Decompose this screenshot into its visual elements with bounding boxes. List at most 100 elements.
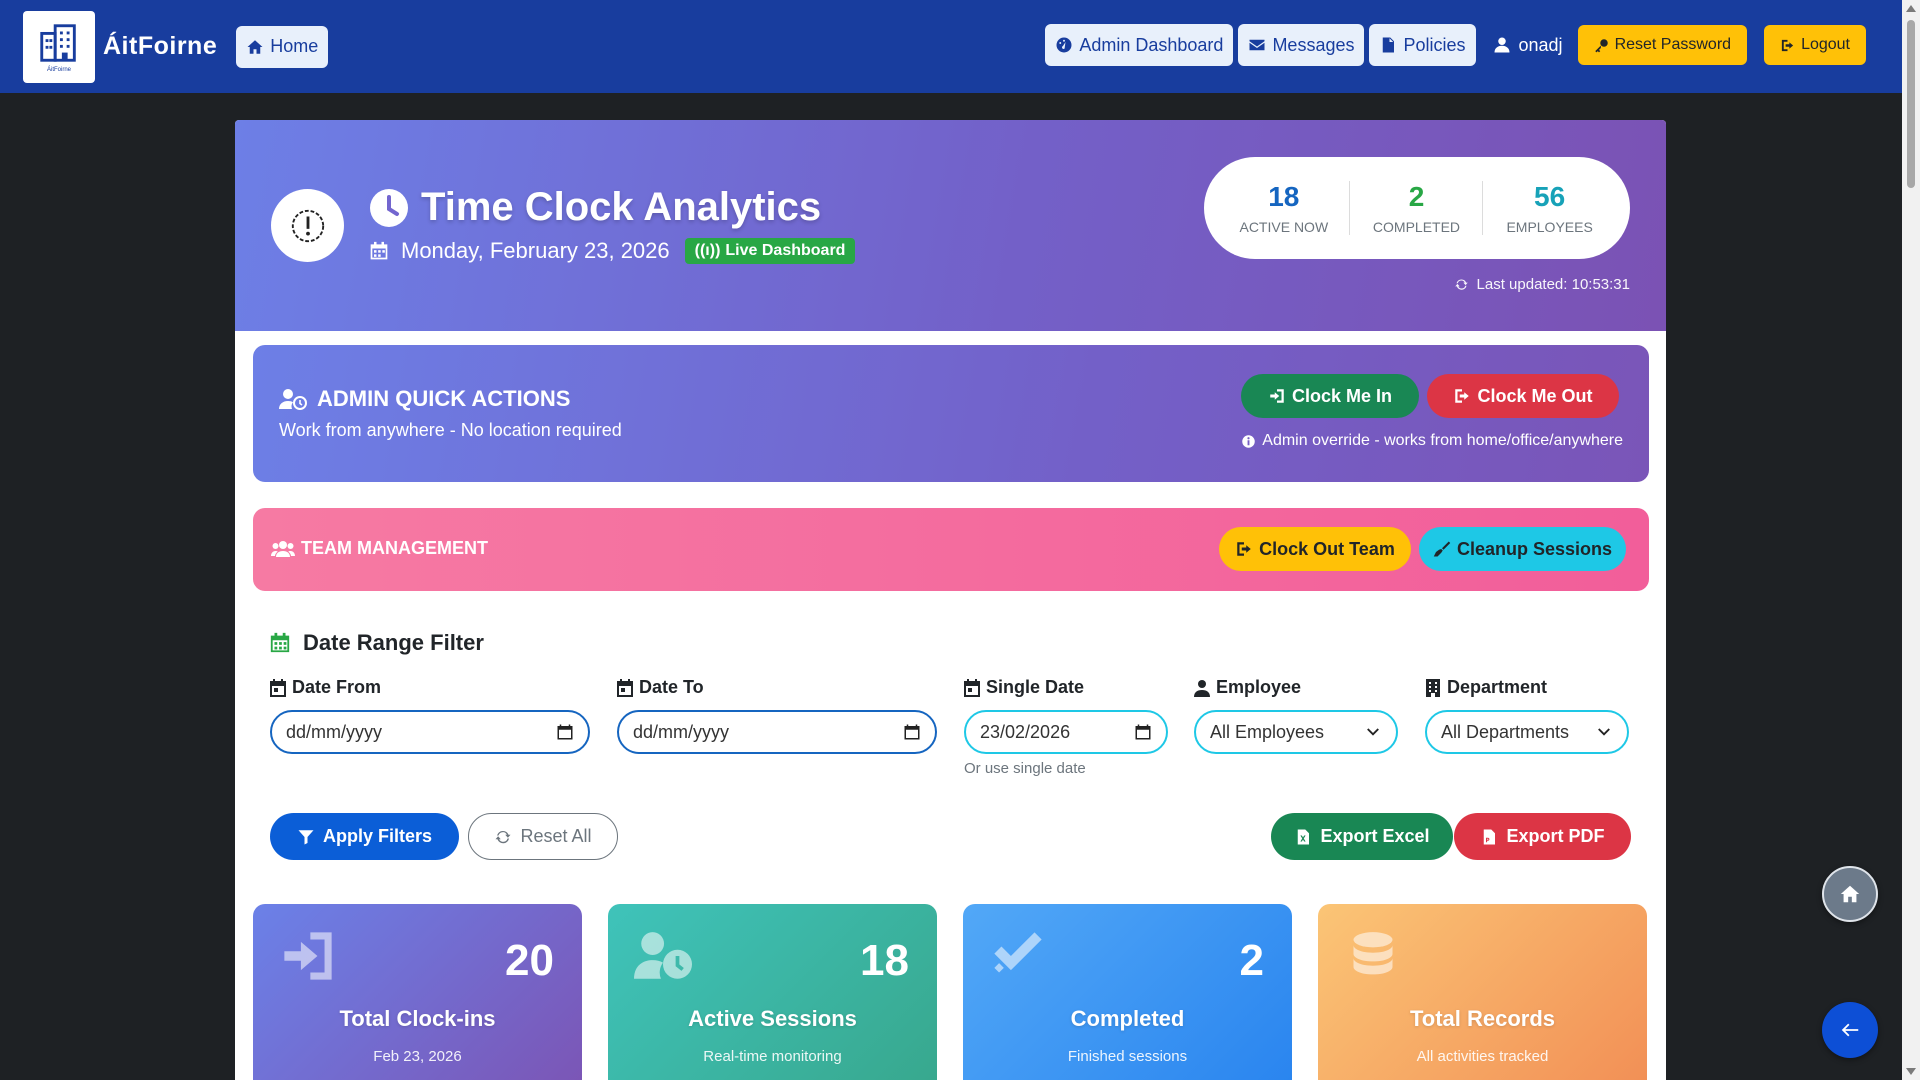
- scroll-thumb[interactable]: [1907, 20, 1915, 188]
- reset-password-label: Reset Password: [1614, 36, 1732, 53]
- brand-name[interactable]: ÁitFoirne: [103, 32, 217, 61]
- calendar-picker-icon[interactable]: [903, 723, 921, 741]
- clock-out-team-button[interactable]: Clock Out Team: [1219, 527, 1411, 571]
- reset-password-button[interactable]: Reset Password: [1577, 25, 1748, 65]
- export-excel-button[interactable]: Export Excel: [1271, 813, 1453, 860]
- filter-title-text: Date Range Filter: [303, 630, 484, 655]
- date-from-group: Date From dd/mm/yyyy: [270, 677, 590, 754]
- users-icon: [271, 540, 295, 557]
- calendar-day-icon: [964, 678, 980, 697]
- hero-header: Time Clock Analytics Monday, February 23…: [235, 120, 1666, 331]
- card-subtitle: Feb 23, 2026: [373, 1048, 462, 1065]
- date-range-filter-panel: Date Range Filter Date From dd/mm/yyyy D…: [253, 617, 1649, 876]
- clock-me-out-button[interactable]: Clock Me Out: [1427, 374, 1619, 418]
- chevron-down-icon: [1598, 728, 1610, 736]
- clock-out-label: Clock Me Out: [1477, 385, 1593, 406]
- admin-quick-actions-panel: ADMIN QUICK ACTIONS Work from anywhere -…: [253, 345, 1649, 482]
- total-clock-ins-card: 20 Total Clock-ins Feb 23, 2026: [253, 904, 582, 1080]
- stat-value: 2: [1408, 181, 1425, 212]
- live-badge-text: Live Dashboard: [725, 242, 846, 259]
- broom-icon: [1433, 541, 1451, 557]
- envelope-icon: [1249, 39, 1265, 51]
- total-records-card: Total Records All activities tracked: [1318, 904, 1647, 1080]
- employee-label: Employee: [1194, 677, 1398, 698]
- export-pdf-label: Export PDF: [1506, 826, 1605, 846]
- date-to-value: dd/mm/yyyy: [633, 721, 730, 742]
- department-select[interactable]: All Departments: [1425, 710, 1629, 754]
- active-sessions-card: 18 Active Sessions Real-time monitoring: [608, 904, 937, 1080]
- file-pdf-icon: [1484, 829, 1496, 844]
- cleanup-sessions-button[interactable]: Cleanup Sessions: [1419, 527, 1626, 571]
- quick-actions-title: ADMIN QUICK ACTIONS: [279, 386, 570, 412]
- logout-button[interactable]: Logout: [1764, 25, 1866, 65]
- sign-out-icon: [1455, 389, 1470, 403]
- broadcast-icon: ((ı)): [694, 242, 721, 259]
- home-nav-button[interactable]: Home: [236, 25, 329, 68]
- card-value: 2: [1239, 936, 1264, 985]
- date-from-input[interactable]: dd/mm/yyyy: [270, 710, 590, 754]
- page-scrollbar[interactable]: [1902, 0, 1920, 1080]
- home-icon: [247, 39, 263, 54]
- date-to-label: Date To: [617, 677, 937, 698]
- card-subtitle: Finished sessions: [1067, 1048, 1188, 1065]
- single-date-label-text: Single Date: [986, 677, 1085, 697]
- clock-icon: [370, 188, 408, 227]
- main-content: Time Clock Analytics Monday, February 23…: [235, 120, 1666, 1080]
- stat-label: ACTIVE NOW: [1239, 219, 1329, 235]
- stat-label: EMPLOYEES: [1506, 219, 1593, 235]
- department-label: Department: [1425, 677, 1629, 698]
- date-to-input[interactable]: dd/mm/yyyy: [617, 710, 937, 754]
- dashboard-gauge-icon: [1056, 37, 1072, 53]
- brand-logo[interactable]: ÁitFoirne: [23, 10, 95, 83]
- cleanup-sessions-label: Cleanup Sessions: [1456, 538, 1613, 559]
- quick-actions-subtitle: Work from anywhere - No location require…: [279, 420, 622, 440]
- stat-label: COMPLETED: [1372, 219, 1461, 235]
- policies-button[interactable]: Policies: [1369, 24, 1476, 66]
- employee-select[interactable]: All Employees: [1194, 710, 1398, 754]
- arrow-left-icon: [1841, 1023, 1859, 1037]
- double-check-icon: [989, 930, 1047, 982]
- apply-filters-button[interactable]: Apply Filters: [270, 813, 459, 860]
- summary-stats: 18 ACTIVE NOW 2 COMPLETED 56 EMPLOYEES: [1204, 157, 1630, 259]
- key-icon: [1594, 38, 1608, 52]
- single-date-value: 23/02/2026: [980, 721, 1071, 742]
- scroll-up-arrow[interactable]: [1906, 5, 1916, 12]
- calendar-day-icon: [270, 678, 286, 697]
- card-value: 20: [505, 936, 554, 985]
- floating-back-button[interactable]: [1822, 1002, 1878, 1058]
- export-pdf-button[interactable]: Export PDF: [1454, 813, 1631, 860]
- page-title-text: Time Clock Analytics: [421, 185, 822, 229]
- floating-home-button[interactable]: [1822, 866, 1878, 922]
- quick-actions-title-text: ADMIN QUICK ACTIONS: [317, 386, 571, 411]
- date-to-label-text: Date To: [639, 677, 704, 697]
- current-date: Monday, February 23, 2026 ((ı)) Live Das…: [369, 238, 856, 264]
- admin-override-note: Admin override - works from home/office/…: [1241, 432, 1623, 450]
- reset-all-button[interactable]: Reset All: [468, 813, 618, 860]
- single-date-input[interactable]: 23/02/2026: [964, 710, 1168, 754]
- messages-button[interactable]: Messages: [1238, 24, 1365, 66]
- calendar-picker-icon[interactable]: [1134, 723, 1152, 741]
- clock-me-in-button[interactable]: Clock Me In: [1241, 374, 1419, 418]
- team-management-title: TEAM MANAGEMENT: [271, 538, 488, 559]
- date-from-label-text: Date From: [292, 677, 382, 697]
- calendar-day-icon: [617, 678, 633, 697]
- single-date-hint: Or use single date: [964, 760, 1086, 777]
- logout-label: Logout: [1801, 36, 1850, 53]
- calendar-alt-icon: [270, 632, 290, 653]
- scroll-down-arrow[interactable]: [1906, 1068, 1916, 1075]
- date-to-group: Date To dd/mm/yyyy: [617, 677, 937, 754]
- user-icon: [1194, 679, 1210, 697]
- calendar-icon: [370, 241, 388, 260]
- calendar-picker-icon[interactable]: [556, 723, 574, 741]
- stat-value: 18: [1268, 181, 1300, 212]
- admin-dashboard-button[interactable]: Admin Dashboard: [1045, 24, 1234, 66]
- live-badge: ((ı)) Live Dashboard: [684, 238, 856, 264]
- clock-out-team-label: Clock Out Team: [1259, 538, 1395, 559]
- employee-group: Employee All Employees: [1194, 677, 1398, 754]
- card-value: 18: [860, 936, 909, 985]
- home-icon: [1840, 885, 1860, 903]
- database-icon: [1344, 930, 1402, 982]
- department-label-text: Department: [1447, 677, 1548, 697]
- user-menu[interactable]: onadj: [1493, 35, 1563, 56]
- employee-label-text: Employee: [1216, 677, 1302, 697]
